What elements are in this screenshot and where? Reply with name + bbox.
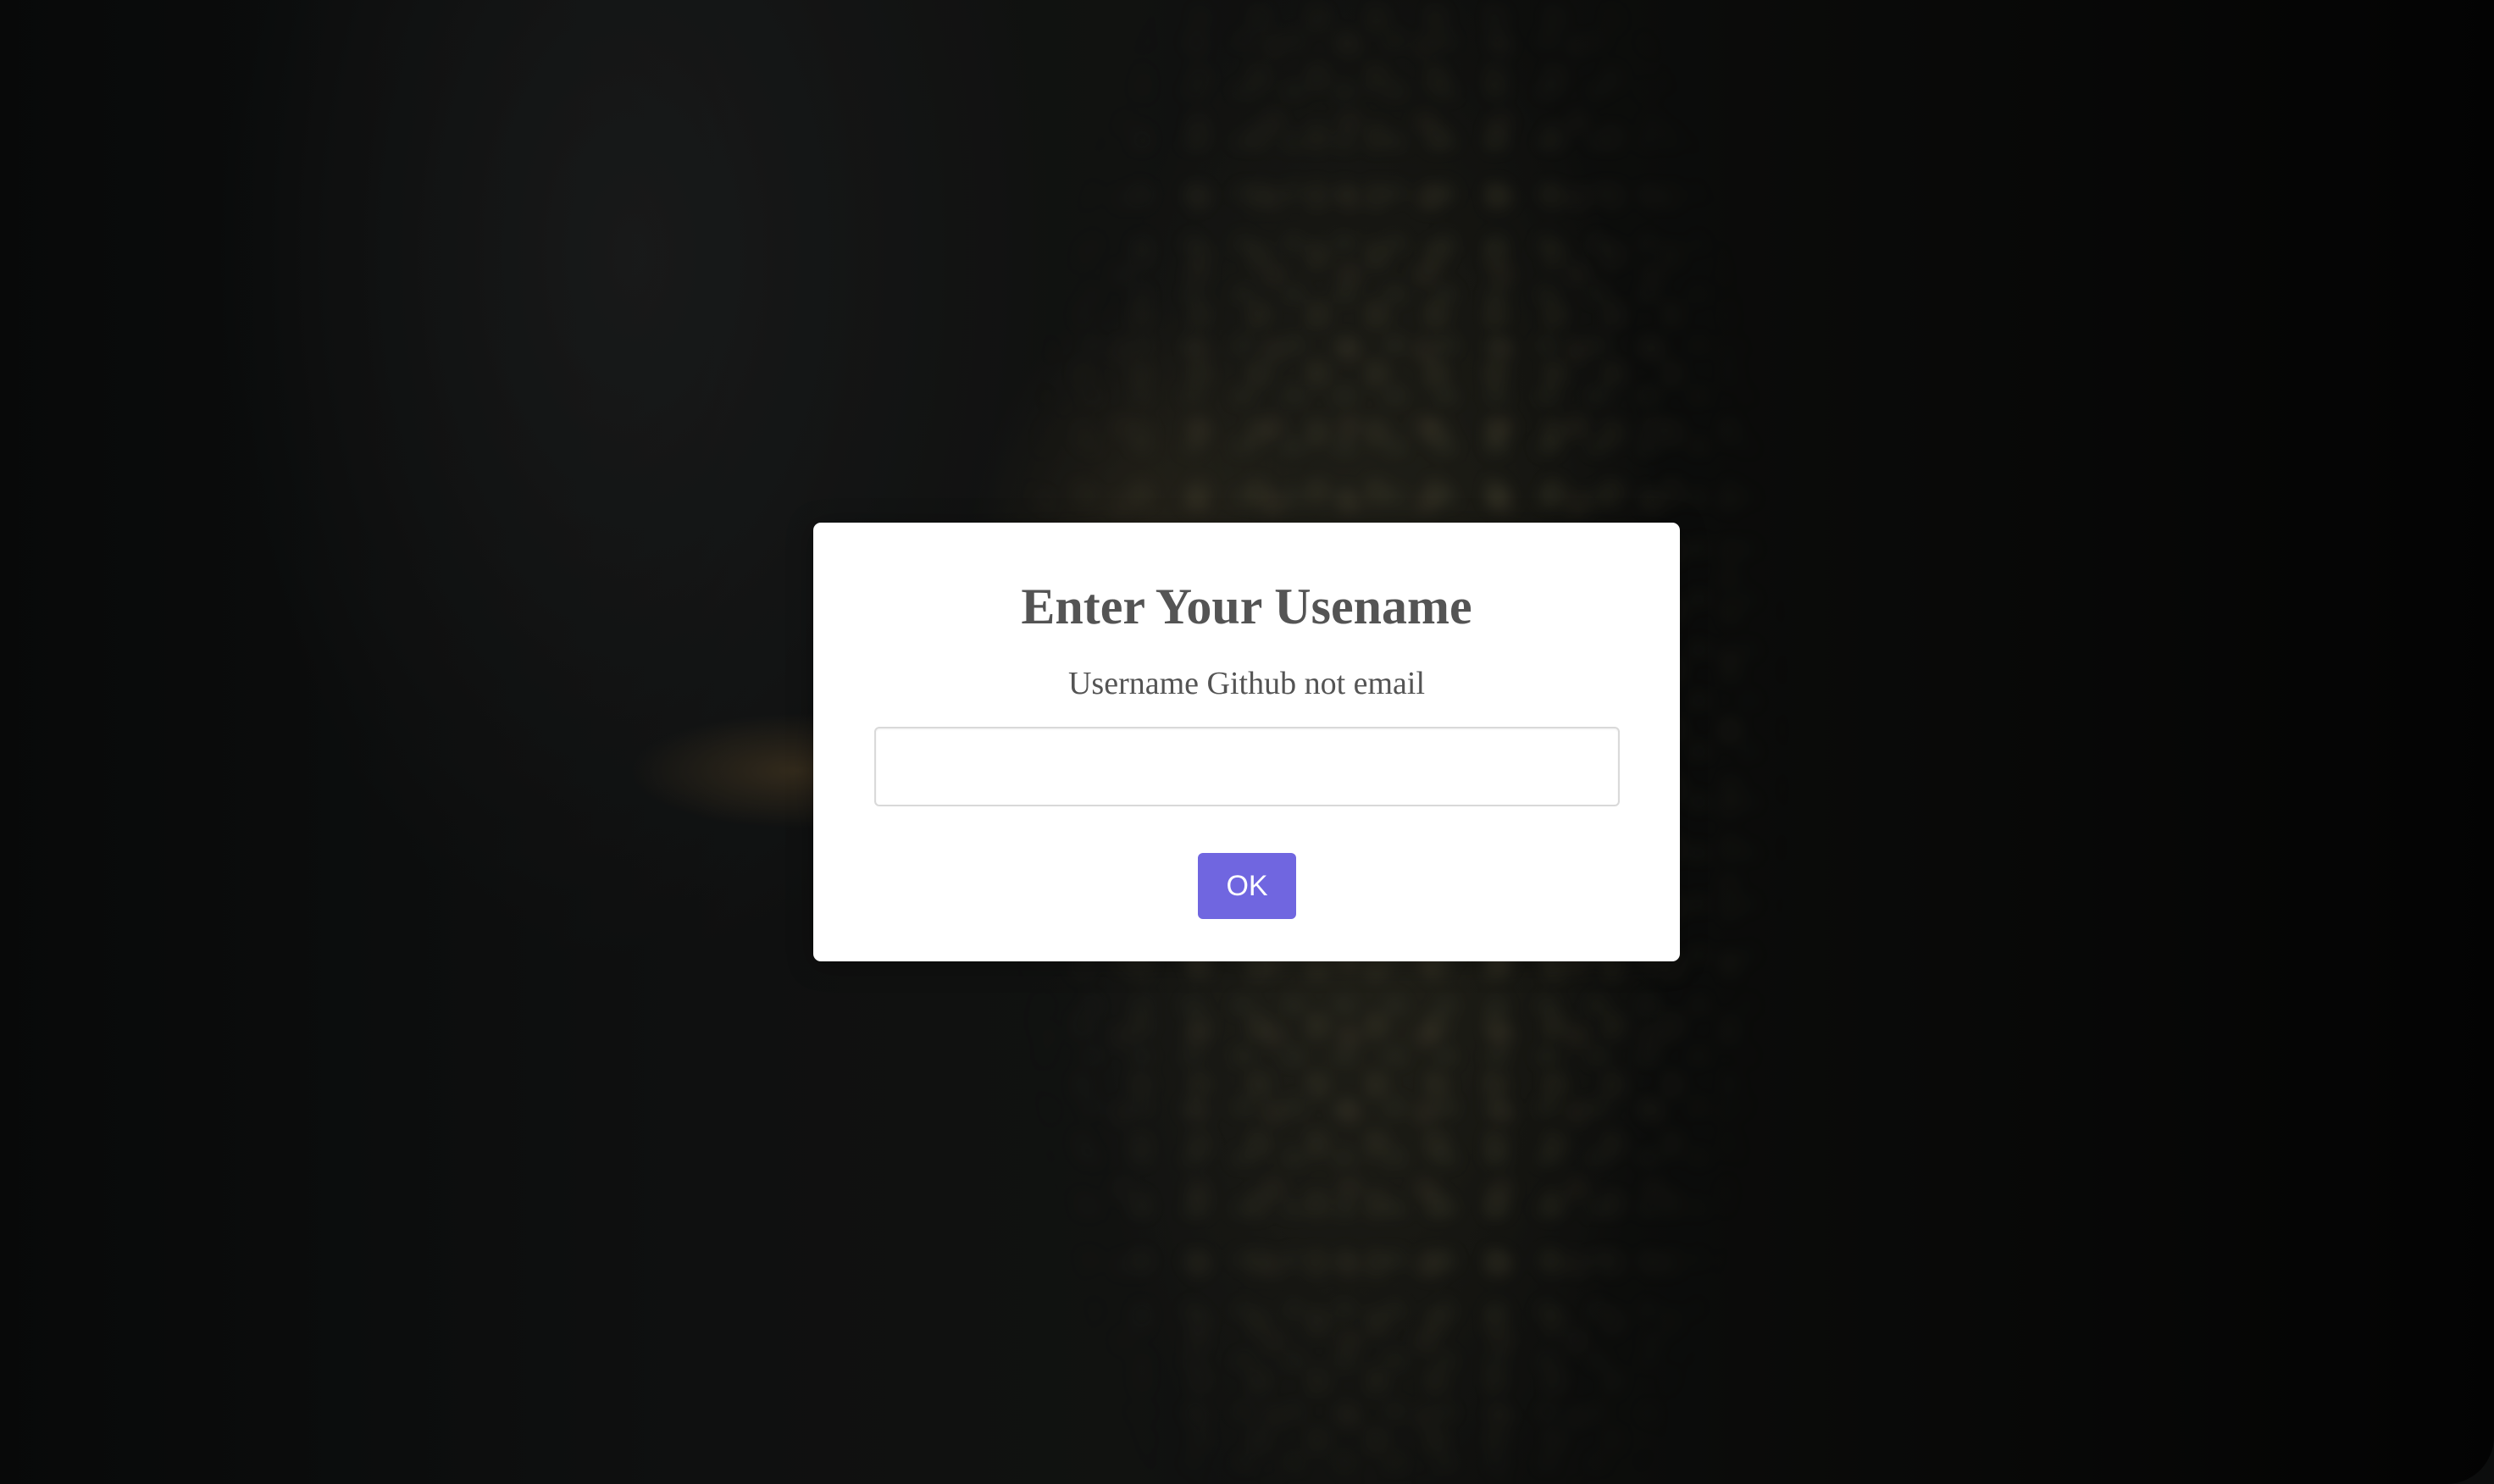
ok-button[interactable]: OK — [1198, 853, 1296, 919]
username-input[interactable] — [874, 727, 1620, 806]
dialog-title: Enter Your Usename — [1021, 579, 1472, 634]
username-dialog: Enter Your Usename Username Github not e… — [813, 523, 1680, 961]
dialog-subtitle: Username Github not email — [1067, 666, 1426, 701]
background-photo: Enter Your Usename Username Github not e… — [0, 0, 2494, 1484]
